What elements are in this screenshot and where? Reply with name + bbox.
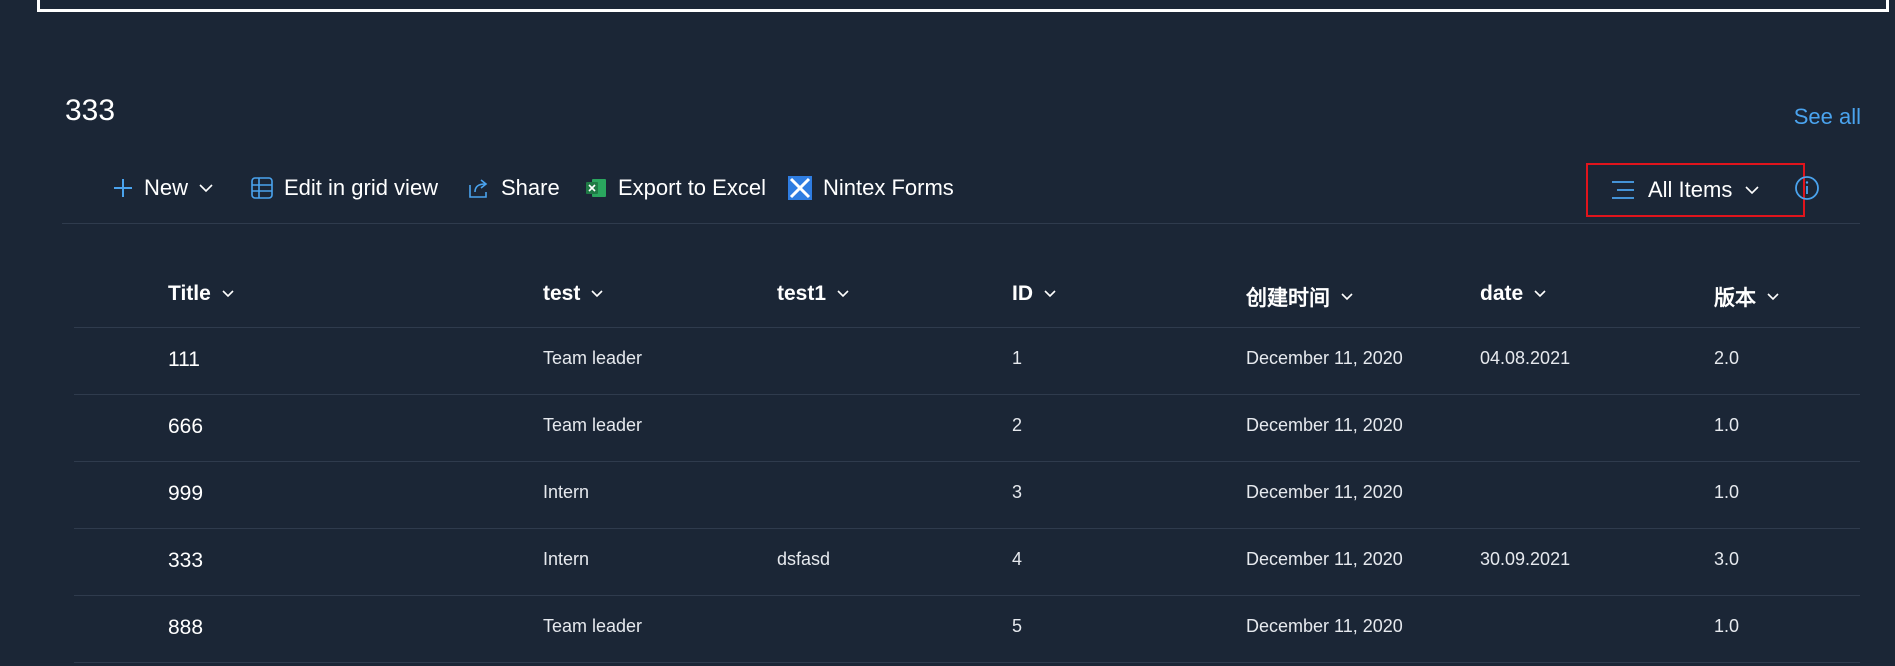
all-items-view-button[interactable]: All Items bbox=[1610, 165, 1760, 215]
edit-in-grid-view-button[interactable]: Edit in grid view bbox=[250, 164, 438, 212]
export-to-excel-label: Export to Excel bbox=[618, 175, 766, 200]
column-header-version[interactable]: 版本 bbox=[1714, 282, 1780, 312]
see-all-link[interactable]: See all bbox=[1794, 104, 1861, 130]
cell-title[interactable]: 666 bbox=[168, 415, 203, 439]
view-label: All Items bbox=[1648, 177, 1733, 202]
cell-title[interactable]: 888 bbox=[168, 616, 203, 640]
chevron-down-icon bbox=[837, 290, 849, 298]
cell-created: December 11, 2020 bbox=[1246, 616, 1403, 636]
grid-icon bbox=[251, 177, 273, 199]
share-button[interactable]: Share bbox=[467, 164, 560, 212]
nintex-icon bbox=[788, 176, 812, 200]
cell-test: Team leader bbox=[543, 348, 643, 368]
edit-in-grid-view-label: Edit in grid view bbox=[284, 175, 439, 200]
cell-test1: dsfasd bbox=[777, 549, 831, 569]
chevron-down-icon bbox=[591, 290, 603, 298]
cell-version: 2.0 bbox=[1714, 348, 1740, 368]
cell-test: Team leader bbox=[543, 616, 643, 636]
table-row[interactable]: 999 Intern 3 December 11, 2020 1.0 bbox=[74, 462, 1860, 529]
cell-created: December 11, 2020 bbox=[1246, 549, 1403, 569]
column-header-test1[interactable]: test1 bbox=[777, 282, 850, 306]
cell-id: 1 bbox=[1012, 348, 1023, 368]
chevron-down-icon bbox=[1745, 186, 1759, 195]
cell-version: 1.0 bbox=[1714, 482, 1740, 502]
cell-id: 5 bbox=[1012, 616, 1023, 636]
column-header-test[interactable]: test bbox=[543, 282, 604, 306]
cell-date: 30.09.2021 bbox=[1480, 549, 1571, 569]
table-row[interactable]: 666 Team leader 2 December 11, 2020 1.0 bbox=[74, 395, 1860, 462]
cell-id: 3 bbox=[1012, 482, 1023, 502]
cell-title[interactable]: 999 bbox=[168, 482, 203, 506]
cell-id: 2 bbox=[1012, 415, 1023, 435]
cell-test: Team leader bbox=[543, 415, 643, 435]
cell-version: 3.0 bbox=[1714, 549, 1740, 569]
chevron-down-icon bbox=[1767, 293, 1779, 301]
cell-version: 1.0 bbox=[1714, 415, 1740, 435]
plus-icon bbox=[114, 179, 132, 197]
chevron-down-icon bbox=[199, 184, 213, 193]
table-row[interactable]: 888 Team leader 5 December 11, 2020 1.0 bbox=[74, 596, 1860, 663]
nintex-forms-label: Nintex Forms bbox=[823, 175, 954, 200]
excel-icon bbox=[586, 179, 606, 197]
share-icon bbox=[469, 179, 488, 198]
cell-version: 1.0 bbox=[1714, 616, 1740, 636]
column-header-date[interactable]: date bbox=[1480, 282, 1547, 306]
chevron-down-icon bbox=[1044, 290, 1056, 298]
chevron-down-icon bbox=[1341, 293, 1353, 301]
column-header-title[interactable]: Title bbox=[168, 282, 235, 306]
new-button[interactable]: New bbox=[112, 164, 214, 212]
view-switcher-highlight: All Items bbox=[1586, 163, 1805, 217]
cell-test: Intern bbox=[543, 482, 590, 502]
cell-created: December 11, 2020 bbox=[1246, 415, 1403, 435]
cell-title[interactable]: 333 bbox=[168, 549, 203, 573]
top-panel-frame bbox=[37, 0, 1889, 12]
info-button[interactable] bbox=[1794, 175, 1820, 201]
cell-created: December 11, 2020 bbox=[1246, 482, 1403, 502]
column-header-id[interactable]: ID bbox=[1012, 282, 1057, 306]
table-header-row: Title test test1 ID 创建时间 date 版本 bbox=[74, 270, 1860, 328]
list-table: Title test test1 ID 创建时间 date 版本 111 Tea… bbox=[74, 270, 1860, 663]
section-title: 333 bbox=[65, 94, 116, 127]
new-button-label: New bbox=[144, 175, 189, 200]
view-lines-icon bbox=[1612, 181, 1634, 199]
table-row[interactable]: 111 Team leader 1 December 11, 2020 04.0… bbox=[74, 328, 1860, 395]
share-label: Share bbox=[501, 175, 560, 200]
chevron-down-icon bbox=[222, 290, 234, 298]
chevron-down-icon bbox=[1534, 290, 1546, 298]
nintex-forms-button[interactable]: Nintex Forms bbox=[787, 164, 954, 212]
cell-test: Intern bbox=[543, 549, 590, 569]
cell-id: 4 bbox=[1012, 549, 1023, 569]
info-icon bbox=[1795, 176, 1819, 200]
export-to-excel-button[interactable]: Export to Excel bbox=[584, 164, 766, 212]
table-row[interactable]: 333 Intern dsfasd 4 December 11, 2020 30… bbox=[74, 529, 1860, 596]
column-header-created[interactable]: 创建时间 bbox=[1246, 282, 1354, 312]
cell-date: 04.08.2021 bbox=[1480, 348, 1571, 368]
cell-title[interactable]: 111 bbox=[168, 348, 200, 372]
cell-created: December 11, 2020 bbox=[1246, 348, 1403, 368]
